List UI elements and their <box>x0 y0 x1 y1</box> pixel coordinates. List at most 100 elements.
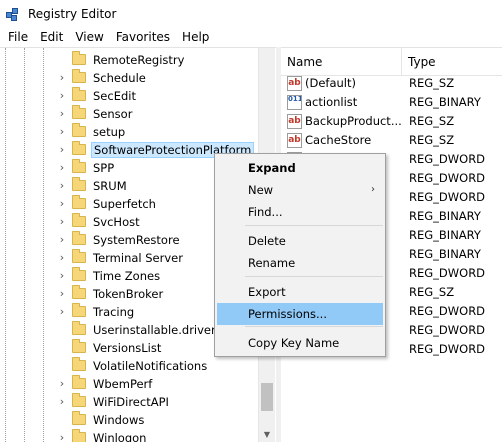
menu-item-label: Find... <box>248 205 283 219</box>
ctx-copy-key-name[interactable]: Copy Key Name <box>217 332 383 354</box>
value-type: REG_BINARY <box>409 228 481 242</box>
window-title: Registry Editor <box>28 7 117 21</box>
menu-item-label: Copy Key Name <box>248 336 340 350</box>
value-type: REG_DWORD <box>409 304 486 318</box>
tree-item[interactable]: Windows <box>0 411 258 429</box>
menu-item-label: New <box>248 183 274 197</box>
submenu-arrow-icon: › <box>371 184 375 195</box>
chevron-right-icon[interactable]: › <box>56 269 68 283</box>
folder-icon <box>72 249 86 263</box>
value-row[interactable]: ab CacheStore REG_SZ <box>281 131 502 150</box>
chevron-right-icon[interactable]: › <box>56 287 68 301</box>
chevron-right-icon[interactable]: › <box>56 197 68 211</box>
chevron-right-icon[interactable]: › <box>56 431 68 442</box>
ctx-new[interactable]: New › <box>217 179 383 201</box>
ctx-delete[interactable]: Delete <box>217 230 383 252</box>
scroll-down-arrow-icon[interactable]: ▼ <box>259 426 275 442</box>
menu-item-label: Export <box>248 285 286 299</box>
tree-item-label: VersionsList <box>93 341 162 355</box>
folder-icon <box>72 267 86 281</box>
chevron-right-icon[interactable]: › <box>56 107 68 121</box>
folder-icon <box>72 195 86 209</box>
value-type: REG_BINARY <box>409 209 481 223</box>
tree-item-label: Schedule <box>93 71 146 85</box>
menu-file[interactable]: File <box>2 28 34 47</box>
tree-item-label: RemoteRegistry <box>93 53 185 67</box>
folder-icon <box>72 69 86 83</box>
folder-icon <box>72 231 86 245</box>
tree-item[interactable]: › setup <box>0 123 258 141</box>
value-type: REG_DWORD <box>409 190 486 204</box>
chevron-right-icon[interactable]: › <box>56 89 68 103</box>
folder-icon <box>72 87 86 101</box>
value-row[interactable]: ab (Default) REG_SZ <box>281 74 502 93</box>
tree-item-label: VolatileNotifications <box>93 359 208 373</box>
tree-item-label: SRUM <box>93 179 127 193</box>
tree-item[interactable]: RemoteRegistry <box>0 51 258 69</box>
menu-view[interactable]: View <box>69 28 109 47</box>
ctx-permissions[interactable]: Permissions... <box>217 303 383 325</box>
value-type: REG_BINARY <box>409 95 481 109</box>
tree-item[interactable]: VolatileNotifications <box>0 357 258 375</box>
value-name: actionlist <box>305 95 358 109</box>
chevron-right-icon[interactable]: › <box>56 233 68 247</box>
ctx-export[interactable]: Export <box>217 281 383 303</box>
value-row[interactable]: ab BackupProduct... REG_SZ <box>281 112 502 131</box>
string-value-icon: ab <box>287 133 302 148</box>
chevron-right-icon[interactable]: › <box>56 377 68 391</box>
folder-icon <box>72 339 86 353</box>
tree-scroll-thumb[interactable] <box>261 383 273 411</box>
folder-icon <box>72 51 86 65</box>
folder-icon <box>72 159 86 173</box>
menu-favorites[interactable]: Favorites <box>110 28 176 47</box>
menu-edit[interactable]: Edit <box>34 28 69 47</box>
folder-icon <box>72 321 86 335</box>
menu-help[interactable]: Help <box>176 28 215 47</box>
chevron-right-icon[interactable]: › <box>56 161 68 175</box>
folder-icon <box>72 177 86 191</box>
tree-item-label: setup <box>93 125 126 139</box>
tree-item[interactable]: › Sensor <box>0 105 258 123</box>
folder-icon <box>72 285 86 299</box>
ctx-find[interactable]: Find... <box>217 201 383 223</box>
ctx-rename[interactable]: Rename <box>217 252 383 274</box>
value-type: REG_SZ <box>409 133 455 147</box>
column-header-type[interactable]: Type <box>402 48 502 76</box>
chevron-right-icon[interactable]: › <box>56 143 68 157</box>
menu-item-label: Delete <box>248 234 286 248</box>
chevron-right-icon[interactable]: › <box>56 215 68 229</box>
chevron-right-icon[interactable]: › <box>56 395 68 409</box>
tree-item[interactable]: › Schedule <box>0 69 258 87</box>
value-row[interactable]: 0110actionlist REG_BINARY <box>281 93 502 112</box>
chevron-right-icon[interactable]: › <box>56 179 68 193</box>
value-name: CacheStore <box>305 133 372 147</box>
menu-separator <box>245 326 383 327</box>
value-name: BackupProduct... <box>305 114 402 128</box>
value-type: REG_DWORD <box>409 342 486 356</box>
context-menu: Expand New › Find... Delete Rename Export Permi… <box>214 153 386 357</box>
chevron-right-icon[interactable]: › <box>56 251 68 265</box>
tree-item[interactable]: › WiFiDirectAPI <box>0 393 258 411</box>
tree-item[interactable]: › Winlogon <box>0 429 258 442</box>
folder-icon <box>72 213 86 227</box>
value-type: REG_DWORD <box>409 152 486 166</box>
folder-icon <box>72 393 86 407</box>
column-header-name[interactable]: Name <box>281 48 402 76</box>
chevron-right-icon[interactable]: › <box>56 125 68 139</box>
folder-icon <box>72 411 86 425</box>
tree-item-label: Sensor <box>93 107 133 121</box>
ctx-expand[interactable]: Expand <box>217 157 383 179</box>
tree-item[interactable]: › WbemPerf <box>0 375 258 393</box>
chevron-right-icon[interactable]: › <box>56 71 68 85</box>
folder-icon <box>72 105 86 119</box>
folder-icon <box>72 123 86 137</box>
tree-item-label: WiFiDirectAPI <box>93 395 169 409</box>
menu-separator <box>245 276 383 277</box>
tree-item-label: SecEdit <box>93 89 136 103</box>
tree-item-label: Winlogon <box>93 431 147 442</box>
string-value-icon: ab <box>287 76 302 91</box>
chevron-right-icon[interactable]: › <box>56 305 68 319</box>
tree-item-label: Terminal Server <box>93 251 183 265</box>
tree-item-label: TokenBroker <box>93 287 164 301</box>
tree-item[interactable]: › SecEdit <box>0 87 258 105</box>
